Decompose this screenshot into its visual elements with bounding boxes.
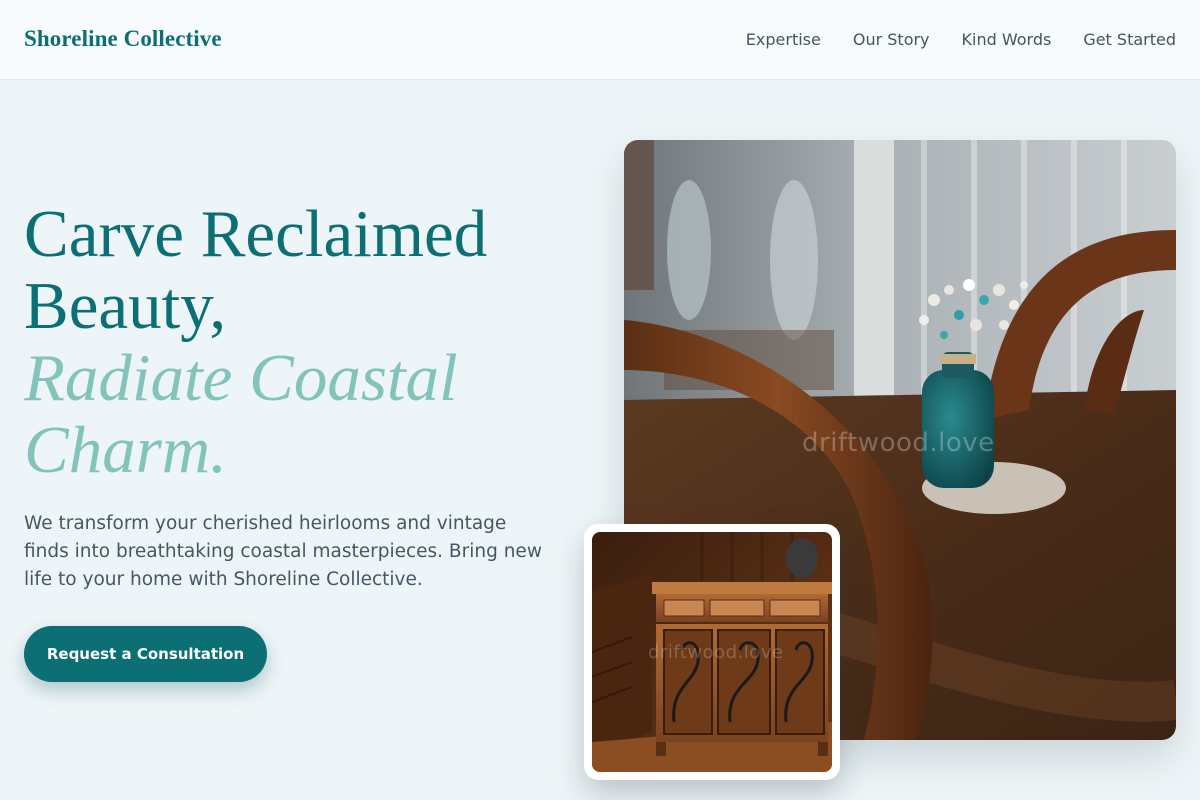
secondary-image-frame: driftwood.love (584, 524, 840, 780)
hero-title-accent: Radiate Coastal Charm. (24, 341, 458, 487)
nav-link-kind-words[interactable]: Kind Words (962, 30, 1052, 49)
nav-link-get-started[interactable]: Get Started (1083, 30, 1176, 49)
sideboard-cabinet-photo: driftwood.love (592, 532, 832, 772)
hero-title-main: Carve Reclaimed Beauty, (24, 197, 488, 343)
top-navigation-bar: Shoreline Collective Expertise Our Story… (0, 0, 1200, 80)
nav-link-expertise[interactable]: Expertise (746, 30, 821, 49)
brand-logo[interactable]: Shoreline Collective (24, 26, 222, 52)
hero-title: Carve Reclaimed Beauty, Radiate Coastal … (24, 198, 584, 486)
nav-link-our-story[interactable]: Our Story (853, 30, 930, 49)
request-consultation-button[interactable]: Request a Consultation (24, 626, 267, 682)
image-watermark: driftwood.love (648, 642, 784, 663)
hero-description: We transform your cherished heirlooms an… (24, 513, 542, 590)
image-watermark: driftwood.love (802, 428, 995, 458)
main-nav: Expertise Our Story Kind Words Get Start… (746, 30, 1176, 49)
